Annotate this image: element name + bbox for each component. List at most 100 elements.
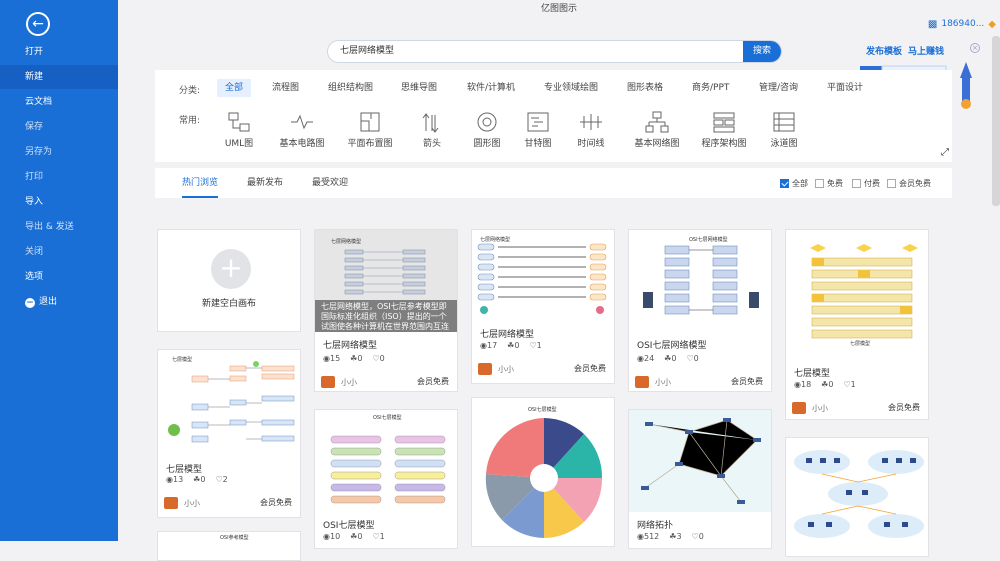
scrollbar[interactable]: [992, 36, 1000, 206]
common-circle[interactable]: 圆形图: [469, 110, 505, 149]
common-arrow[interactable]: 箭头: [417, 110, 447, 149]
likes-count[interactable]: ☘0: [664, 354, 676, 363]
common-swimlane-label: 泳道图: [770, 139, 798, 149]
sidebar-item-close[interactable]: 关闭: [0, 240, 118, 264]
template-card[interactable]: OSI七层网络模型 OSI七层网络模型 ◉24 ☘0 ♡0 小小 会员免费: [628, 229, 772, 392]
likes-count[interactable]: ☘3: [669, 532, 681, 541]
filter-paid[interactable]: 付费: [852, 178, 880, 189]
category-management[interactable]: 管理/咨询: [751, 79, 806, 97]
template-card[interactable]: 网络拓扑 ◉512 ☘3 ♡0: [628, 409, 772, 549]
template-author[interactable]: 小小: [478, 363, 514, 375]
floor-plan-icon: [360, 112, 380, 132]
common-basic-network[interactable]: 基本网络图: [629, 110, 685, 149]
template-title: 七层网络模型: [323, 341, 378, 351]
category-flowchart[interactable]: 流程图: [264, 79, 307, 97]
filter-all[interactable]: 全部: [780, 178, 808, 189]
sidebar-item-options[interactable]: 选项: [0, 265, 118, 289]
avatar: [478, 363, 492, 375]
template-stats: ◉512 ☘3 ♡0: [637, 532, 704, 541]
sidebar-item-print[interactable]: 打印: [0, 165, 118, 189]
template-author[interactable]: 小小: [792, 402, 828, 414]
category-business-ppt[interactable]: 商务/PPT: [684, 79, 737, 97]
sidebar-item-save[interactable]: 保存: [0, 115, 118, 139]
avatar: [792, 402, 806, 414]
likes-count[interactable]: ☘0: [507, 341, 519, 350]
template-author[interactable]: 小小: [321, 376, 357, 388]
favorites-count[interactable]: ♡0: [692, 532, 704, 541]
likes-count[interactable]: ☘0: [821, 380, 833, 389]
new-blank-canvas-card[interactable]: + 新建空白画布: [157, 229, 301, 332]
thumbnail-title: 七层模型: [850, 341, 871, 347]
favorites-count[interactable]: ♡1: [843, 380, 855, 389]
common-uml[interactable]: UML图: [221, 110, 257, 149]
sidebar-item-cloud-docs[interactable]: 云文档: [0, 90, 118, 114]
timeline-icon: [580, 114, 602, 130]
tab-popular[interactable]: 最受欢迎: [312, 168, 348, 198]
sidebar-item-open[interactable]: 打开: [0, 40, 118, 64]
favorites-count[interactable]: ♡0: [372, 354, 384, 363]
plus-icon: +: [211, 249, 251, 289]
back-arrow-icon[interactable]: ←: [26, 12, 50, 36]
favorites-count[interactable]: ♡2: [215, 475, 227, 484]
sidebar-item-export[interactable]: 导出 & 发送: [0, 215, 118, 239]
filter-paid-checkbox[interactable]: [852, 179, 861, 188]
sidebar-item-new[interactable]: 新建: [0, 65, 118, 89]
search-input[interactable]: 七层网络模型: [340, 41, 394, 62]
sort-tabs: 热门浏览 最新发布 最受欢迎 全部 免费 付费 会员免费: [155, 168, 952, 198]
filter-member-free-checkbox[interactable]: [887, 179, 896, 188]
eye-icon: ◉: [794, 380, 801, 389]
template-stats: ◉24 ☘0 ♡0: [637, 354, 699, 363]
favorites-count[interactable]: ♡1: [372, 532, 384, 541]
search-button[interactable]: 搜索: [743, 41, 781, 62]
common-floor-plan[interactable]: 平面布置图: [347, 110, 393, 149]
user-id[interactable]: 186940...: [941, 19, 984, 29]
heart-icon: ♡: [686, 354, 694, 363]
tab-hot[interactable]: 热门浏览: [182, 168, 219, 198]
circuit-icon: [291, 114, 313, 130]
common-basic-circuit-label: 基本电路图: [279, 139, 325, 149]
promo-close-icon[interactable]: ×: [970, 43, 980, 53]
template-card[interactable]: 七层模型 七层模型 ◉18 ☘0 ♡1 小小 会员免费: [785, 229, 929, 420]
common-program-architecture[interactable]: 程序架构图: [701, 110, 747, 149]
likes-count[interactable]: ☘0: [350, 532, 362, 541]
common-timeline[interactable]: 时间线: [575, 110, 607, 149]
sidebar-item-save-as[interactable]: 另存为: [0, 140, 118, 164]
filter-member-free[interactable]: 会员免费: [887, 178, 931, 189]
template-card[interactable]: 七层网络模型 七层网络模型 ◉17 ☘0 ♡1 小小 会员免费: [471, 229, 615, 384]
filter-free-checkbox[interactable]: [815, 179, 824, 188]
category-org-chart[interactable]: 组织结构图: [320, 79, 381, 97]
favorites-count[interactable]: ♡0: [686, 354, 698, 363]
template-card[interactable]: OSI七层模型: [471, 397, 615, 547]
template-card[interactable]: OSI参考模型: [157, 531, 301, 561]
template-card[interactable]: OSI七层模型 OSI七层模型 ◉10 ☘0 ♡1: [314, 409, 458, 549]
common-swimlane[interactable]: 泳道图: [767, 110, 801, 149]
expand-icon[interactable]: ⤢: [941, 147, 949, 158]
common-gantt[interactable]: 甘特图: [523, 110, 553, 149]
template-card[interactable]: [785, 437, 929, 557]
likes-count[interactable]: ☘0: [350, 354, 362, 363]
common-basic-circuit[interactable]: 基本电路图: [277, 110, 327, 149]
sidebar-item-exit[interactable]: − 退出: [0, 290, 118, 314]
category-software[interactable]: 软件/计算机: [459, 79, 523, 97]
filter-all-checkbox[interactable]: [780, 179, 789, 188]
likes-count[interactable]: ☘0: [193, 475, 205, 484]
vip-diamond-icon[interactable]: ◆: [988, 19, 996, 30]
template-card[interactable]: 七层模型 七层模型 ◉13 ☘0 ♡2 小小 会员免费: [157, 349, 301, 518]
message-icon[interactable]: ▩: [928, 19, 937, 30]
category-graphic-design[interactable]: 平面设计: [819, 79, 871, 97]
filter-free[interactable]: 免费: [815, 178, 843, 189]
template-thumbnail: 七层模型: [158, 350, 300, 456]
category-all[interactable]: 全部: [217, 79, 252, 97]
category-graphic-tables[interactable]: 图形表格: [619, 79, 671, 97]
tab-latest[interactable]: 最新发布: [247, 168, 283, 198]
template-card[interactable]: 七层网络模型 七层网络模型，OSI七层参考模型即国际标准化组织（ISO）提出的一…: [314, 229, 458, 392]
sidebar-item-import[interactable]: 导入: [0, 190, 118, 214]
favorites-count[interactable]: ♡1: [529, 341, 541, 350]
template-author[interactable]: 小小: [164, 497, 200, 509]
template-author[interactable]: 小小: [635, 376, 671, 388]
views-count: ◉10: [323, 532, 341, 541]
search-bar: 七层网络模型 搜索: [327, 40, 782, 63]
category-professional[interactable]: 专业领域绘图: [536, 79, 606, 97]
category-mind-map[interactable]: 思维导图: [393, 79, 445, 97]
network-icon: [645, 111, 669, 133]
